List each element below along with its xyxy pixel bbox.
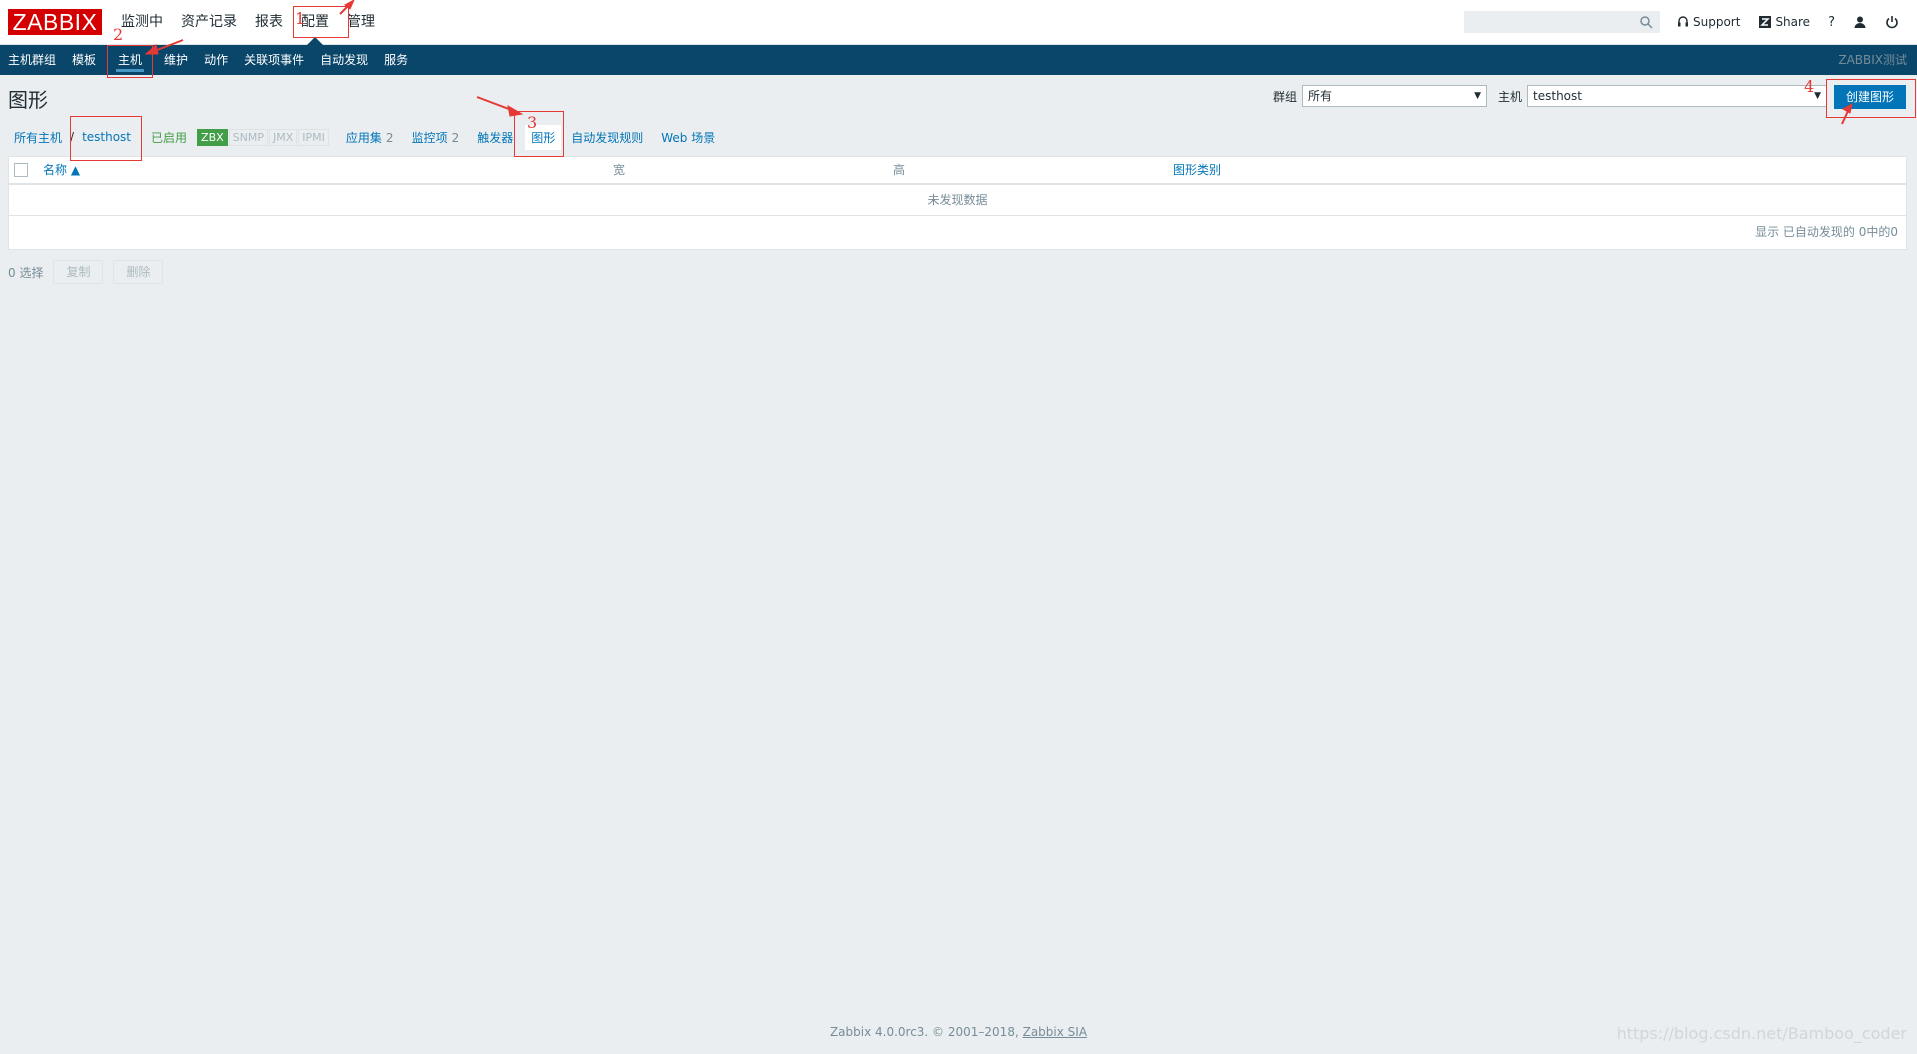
jmx-tag: JMX (269, 128, 298, 146)
submenu-discovery[interactable]: 自动发现 (312, 45, 376, 75)
submenu-event-correlation[interactable]: 关联项事件 (236, 45, 312, 75)
headset-icon (1678, 16, 1688, 27)
delete-button[interactable]: 删除 (113, 260, 164, 284)
group-value: 所有 (1308, 89, 1333, 103)
host-label: 主机 (1498, 89, 1523, 104)
dropdown-arrow-icon: ▼ (1814, 91, 1822, 101)
watermark: https://blog.csdn.net/Bamboo_coder (1616, 1024, 1907, 1043)
footer-company-link[interactable]: Zabbix SIA (1023, 1025, 1087, 1039)
graphs-table: 名称 ▲ 宽 高 图形类别 未发现数据 显示 已自动发现的 0中的0 (8, 156, 1907, 250)
top-links: Support Share ? (1676, 0, 1899, 44)
annotation-box-3 (514, 111, 564, 157)
column-name[interactable]: 名称 ▲ (43, 157, 80, 184)
menu-inventory[interactable]: 资产记录 (172, 0, 246, 44)
annotation-number-4: 4 (1804, 77, 1815, 96)
zbx-tag: ZBX (197, 128, 228, 146)
host-value: testhost (1533, 89, 1582, 103)
support-link[interactable]: Support (1676, 15, 1740, 29)
share-label: Share (1775, 15, 1811, 29)
web-scenarios-link[interactable]: Web 场景 (655, 129, 721, 146)
mass-actions: 0 选择 复制 删除 (8, 260, 164, 284)
selected-count: 0 选择 (8, 265, 44, 280)
column-width: 宽 (613, 163, 626, 177)
submenu-services[interactable]: 服务 (376, 45, 416, 75)
search-input[interactable] (1464, 11, 1660, 33)
support-label: Support (1693, 15, 1741, 29)
power-icon[interactable] (1885, 15, 1899, 29)
arrow-3-shaft (476, 96, 515, 112)
share-link[interactable]: Share (1758, 15, 1810, 29)
submenu-host-groups[interactable]: 主机群组 (0, 45, 64, 75)
dropdown-arrow-icon: ▼ (1474, 91, 1482, 101)
user-profile-icon[interactable] (1853, 15, 1867, 29)
items-link[interactable]: 监控项 2 (406, 129, 466, 146)
sub-menu-bar: 主机群组 模板 主机 维护 动作 关联项事件 自动发现 服务 ZABBIX测试 (0, 45, 1917, 75)
search-icon[interactable] (1639, 15, 1653, 29)
applications-link[interactable]: 应用集 2 (340, 129, 400, 146)
host-status: 已启用 (151, 130, 188, 145)
no-data-message: 未发现数据 (9, 185, 1906, 216)
triggers-link[interactable]: 触发器 (471, 129, 519, 146)
table-header: 名称 ▲ 宽 高 图形类别 (9, 157, 1906, 185)
annotation-number-2: 2 (113, 25, 124, 44)
group-label: 群组 (1273, 89, 1298, 104)
annotation-box-2 (107, 45, 153, 78)
annotation-box-host (70, 116, 142, 161)
top-bar: ZABBIX 监测中 资产记录 报表 配置 管理 Support Share ? (0, 0, 1917, 45)
column-height: 高 (893, 163, 906, 177)
page-title: 图形 (8, 88, 48, 112)
availability-tags: ZBX SNMP JMX IPMI (197, 128, 330, 146)
annotation-number-3: 3 (527, 113, 538, 132)
menu-reports[interactable]: 报表 (246, 0, 292, 44)
select-all-checkbox[interactable] (14, 163, 28, 177)
zabbix-logo[interactable]: ZABBIX (8, 9, 102, 35)
snmp-tag: SNMP (228, 128, 268, 146)
ipmi-tag: IPMI (298, 128, 329, 146)
group-select[interactable]: 所有 ▼ (1302, 85, 1488, 107)
annotation-box-4 (1826, 79, 1916, 118)
server-name: ZABBIX测试 (1838, 53, 1907, 67)
filter-bar: 群组 所有 ▼ 主机 testhost ▼ (1273, 85, 1828, 107)
host-select[interactable]: testhost ▼ (1527, 85, 1828, 107)
annotation-number-1: 1 (295, 9, 306, 28)
copy-button[interactable]: 复制 (53, 260, 104, 284)
submenu-templates[interactable]: 模板 (64, 45, 104, 75)
footer-copyright: Zabbix 4.0.0rc3. © 2001–2018, (829, 1025, 1019, 1039)
share-z-icon (1759, 16, 1772, 28)
paging-info: 显示 已自动发现的 0中的0 (1755, 225, 1898, 239)
discovery-rules-link[interactable]: 自动发现规则 (565, 129, 649, 146)
submenu-actions[interactable]: 动作 (196, 45, 236, 75)
column-graph-type[interactable]: 图形类别 (1173, 157, 1221, 184)
sub-menu: 主机群组 模板 主机 维护 动作 关联项事件 自动发现 服务 (0, 45, 416, 75)
all-hosts-link[interactable]: 所有主机 (8, 129, 68, 146)
help-button[interactable]: ? (1828, 15, 1835, 30)
submenu-maintenance[interactable]: 维护 (156, 45, 196, 75)
